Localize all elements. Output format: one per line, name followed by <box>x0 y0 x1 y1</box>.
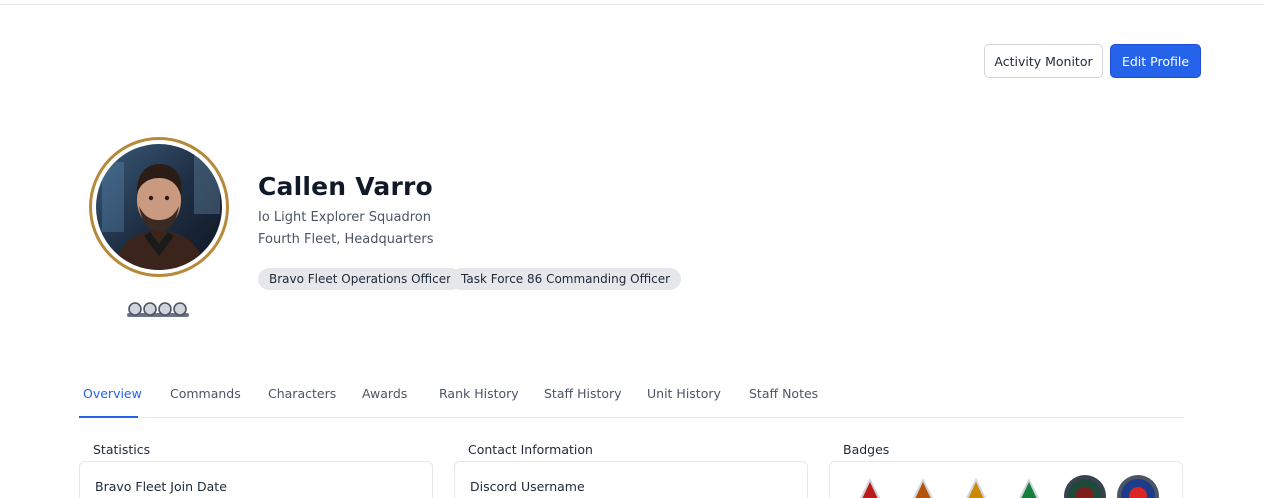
tab-overview[interactable]: Overview <box>83 386 142 401</box>
discord-username-label: Discord Username <box>470 479 585 494</box>
profile-name: Callen Varro <box>258 172 433 201</box>
profile-location: Fourth Fleet, Headquarters <box>258 232 434 247</box>
yellow-triangle-badge-icon[interactable] <box>963 476 989 498</box>
avatar-photo <box>96 144 222 270</box>
statistics-card: Bravo Fleet Join Date <box>79 461 433 498</box>
orange-triangle-badge-icon[interactable] <box>910 476 936 498</box>
avatar <box>89 137 229 277</box>
activity-monitor-button[interactable]: Activity Monitor <box>984 44 1103 78</box>
badges-title: Badges <box>843 442 890 457</box>
top-divider <box>0 4 1264 5</box>
tab-staff-notes[interactable]: Staff Notes <box>749 386 818 401</box>
join-date-label: Bravo Fleet Join Date <box>95 479 227 494</box>
profile-unit: Io Light Explorer Squadron <box>258 210 431 225</box>
tab-commands[interactable]: Commands <box>170 386 241 401</box>
position-pill: Bravo Fleet Operations Officer <box>258 268 463 290</box>
contact-title: Contact Information <box>468 442 593 457</box>
rank-insignia-icon <box>127 302 189 317</box>
edit-profile-button[interactable]: Edit Profile <box>1110 44 1201 78</box>
tab-rank-history[interactable]: Rank History <box>439 386 519 401</box>
contact-card: Discord Username <box>454 461 808 498</box>
statistics-title: Statistics <box>93 442 151 457</box>
position-pill: Task Force 86 Commanding Officer <box>450 268 682 290</box>
red-triangle-badge-icon[interactable] <box>857 476 883 498</box>
green-triangle-badge-icon[interactable] <box>1016 476 1042 498</box>
badges-card <box>829 461 1183 498</box>
tab-unit-history[interactable]: Unit History <box>647 386 721 401</box>
round-crest-badge-icon[interactable] <box>1063 474 1107 498</box>
round-emblem-badge-icon[interactable] <box>1116 474 1160 498</box>
tab-characters[interactable]: Characters <box>268 386 336 401</box>
profile-tabs: Overview Commands Characters Awards Rank… <box>79 372 1183 418</box>
active-tab-indicator <box>79 416 138 418</box>
tab-awards[interactable]: Awards <box>362 386 407 401</box>
tab-staff-history[interactable]: Staff History <box>544 386 622 401</box>
